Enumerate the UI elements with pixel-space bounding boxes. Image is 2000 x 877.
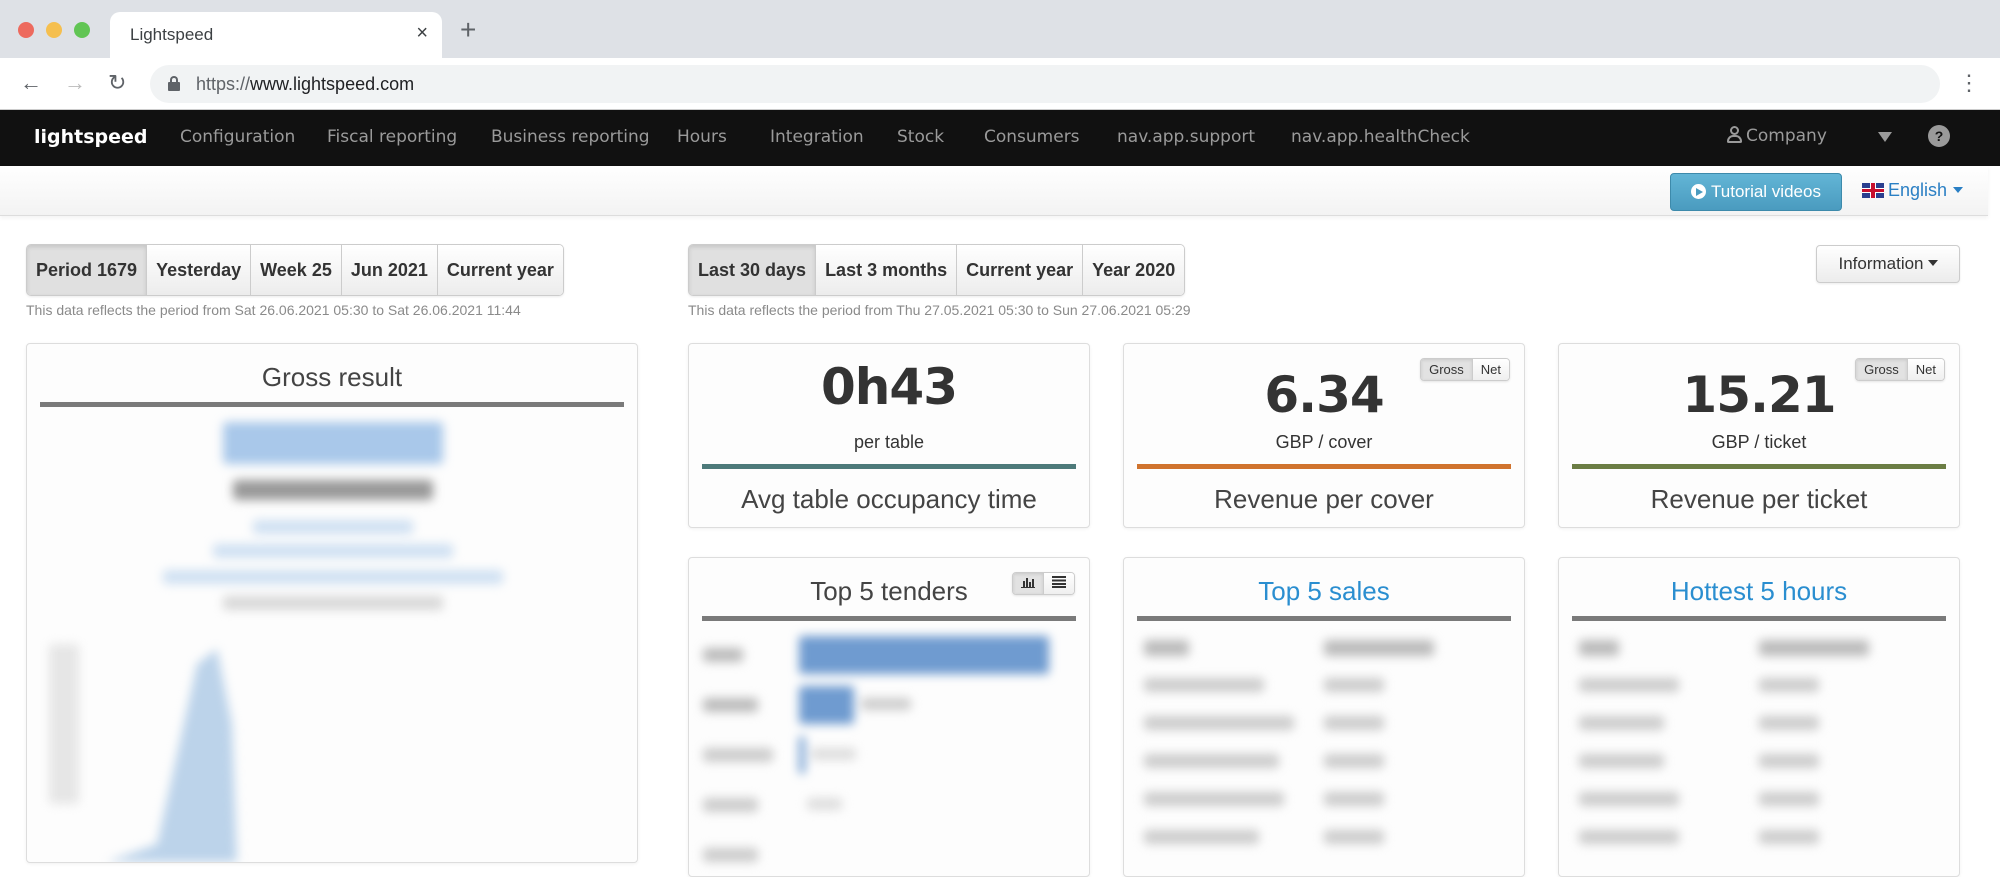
play-icon (1691, 184, 1707, 199)
kpi-title: Revenue per cover (1214, 484, 1434, 514)
language-label: English (1888, 180, 1948, 200)
period-button[interactable]: Jun 2021 (341, 245, 438, 295)
browser-menu-icon[interactable]: ⋮ (1958, 70, 1980, 96)
right-period-selector: Last 30 days Last 3 months Current year … (688, 244, 1186, 296)
view-toggle (1012, 572, 1075, 595)
hottest-hours-title-link[interactable]: Hottest 5 hours (1559, 576, 1959, 607)
gross-result-panel: Gross result (26, 343, 638, 863)
kpi-color-bar (1572, 464, 1946, 469)
list-icon[interactable] (1044, 573, 1074, 594)
kpi-title: Revenue per ticket (1650, 484, 1868, 514)
panel-divider (40, 402, 624, 407)
forward-icon[interactable]: → (64, 70, 86, 96)
back-icon[interactable]: ← (20, 70, 42, 96)
lock-icon (168, 76, 180, 91)
browser-tab-bar: Lightspeed × + (0, 0, 2000, 58)
top-sales-panel: Top 5 sales (1123, 557, 1525, 877)
brand-logo[interactable]: lightspeed (34, 126, 148, 148)
right-period-note: This data reflects the period from Thu 2… (688, 302, 1191, 318)
nav-item-consumers[interactable]: Consumers (984, 127, 1080, 147)
address-bar-row: ← → ↻ https://www.lightspeed.com ⋮ (0, 58, 2000, 110)
tutorial-videos-button[interactable]: Tutorial videos (1670, 173, 1842, 211)
tab-title: Lightspeed (130, 25, 214, 44)
url-text: https://www.lightspeed.com (196, 74, 415, 94)
period-button[interactable]: Yesterday (147, 245, 252, 295)
period-button[interactable]: Current year (437, 245, 563, 295)
nav-item-healthcheck[interactable]: nav.app.healthCheck (1291, 127, 1470, 147)
nav-item-support[interactable]: nav.app.support (1117, 127, 1255, 147)
kpi-unit: per table (853, 432, 925, 452)
caret-down-icon (1927, 260, 1938, 266)
caret-down-icon (1953, 187, 1964, 193)
user-icon (1726, 126, 1742, 144)
kpi-revenue-per-ticket: Gross Net 15.21 GBP / ticket Revenue per… (1558, 343, 1960, 528)
nav-item-fiscal-reporting[interactable]: Fiscal reporting (327, 127, 457, 147)
period-button[interactable]: Week 25 (251, 245, 342, 295)
left-period-selector: Period 1679 Yesterday Week 25 Jun 2021 C… (26, 244, 564, 296)
period-button[interactable]: Last 3 months (816, 245, 958, 295)
information-dropdown-button[interactable]: Information (1816, 245, 1960, 283)
panel-divider (1572, 616, 1946, 621)
tutorial-label: Tutorial videos (1711, 182, 1821, 201)
panel-divider (702, 616, 1076, 621)
nav-item-integration[interactable]: Integration (770, 127, 864, 147)
sub-toolbar: Tutorial videos English (0, 166, 1988, 216)
new-tab-button[interactable]: + (460, 14, 476, 46)
gross-result-title: Gross result (261, 362, 403, 392)
app-navbar: lightspeed Configuration Fiscal reportin… (0, 110, 2000, 166)
user-name: Company (1746, 126, 1827, 146)
bar-chart-icon[interactable] (1013, 573, 1044, 594)
kpi-avg-table-occupancy: 0h43 per table Avg table occupancy time (688, 343, 1090, 528)
top-tenders-panel: Top 5 tenders (688, 557, 1090, 877)
kpi-value: 15.21 (1682, 366, 1836, 424)
kpi-title: Avg table occupancy time (741, 484, 1037, 514)
information-label: Information (1838, 254, 1924, 273)
nav-item-configuration[interactable]: Configuration (180, 127, 295, 147)
nav-item-hours[interactable]: Hours (677, 127, 727, 147)
kpi-value: 6.34 (1264, 366, 1384, 424)
period-button[interactable]: Year 2020 (1083, 245, 1185, 295)
left-period-note: This data reflects the period from Sat 2… (26, 302, 521, 318)
url-input[interactable]: https://www.lightspeed.com (150, 65, 1940, 103)
language-selector[interactable]: English (1862, 180, 1964, 201)
kpi-revenue-per-cover: Gross Net 6.34 GBP / cover Revenue per c… (1123, 343, 1525, 528)
user-menu[interactable]: Company (1726, 126, 1827, 146)
top-sales-title-link[interactable]: Top 5 sales (1124, 576, 1524, 607)
tab-close-icon[interactable]: × (416, 22, 428, 45)
period-button[interactable]: Last 30 days (689, 245, 817, 295)
caret-down-icon[interactable] (1878, 132, 1892, 142)
gross-result-area-chart (107, 649, 237, 862)
nav-item-stock[interactable]: Stock (897, 127, 944, 147)
kpi-unit: GBP / cover (1275, 432, 1373, 452)
nav-item-business-reporting[interactable]: Business reporting (491, 127, 650, 147)
window-minimize-button[interactable] (46, 22, 62, 38)
window-maximize-button[interactable] (74, 22, 90, 38)
period-button[interactable]: Period 1679 (27, 245, 148, 295)
help-icon[interactable]: ? (1928, 125, 1950, 147)
reload-icon[interactable]: ↻ (108, 70, 126, 96)
period-button[interactable]: Current year (957, 245, 1084, 295)
browser-tab[interactable]: Lightspeed × (110, 12, 442, 58)
kpi-value: 0h43 (821, 358, 958, 416)
kpi-color-bar (702, 464, 1076, 469)
kpi-unit: GBP / ticket (1711, 432, 1807, 452)
window-close-button[interactable] (18, 22, 34, 38)
panel-divider (1137, 616, 1511, 621)
uk-flag-icon (1862, 183, 1884, 198)
kpi-color-bar (1137, 464, 1511, 469)
hottest-hours-panel: Hottest 5 hours (1558, 557, 1960, 877)
